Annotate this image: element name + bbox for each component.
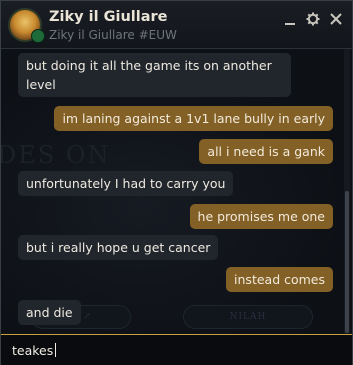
message-input[interactable]: teakes [12,343,57,358]
message-input-value: teakes [12,343,54,358]
message-incoming: but i really hope u get cancer [18,235,219,260]
minimize-icon[interactable] [283,11,297,25]
message-incoming: and die [18,300,81,325]
message-list[interactable]: DES ON H ↗ NILAH but doing it all the ga… [1,49,352,334]
close-icon[interactable] [329,11,343,25]
chat-header[interactable]: Ziky il Giullare Ziky il Giullare #EUW [1,1,352,49]
friend-riot-id: Ziky il Giullare #EUW [49,28,177,42]
header-controls [283,11,343,26]
message-outgoing: instead comes [226,267,333,292]
text-caret [55,343,57,357]
status-badge [31,29,45,43]
message-input-container[interactable]: teakes [1,334,352,365]
background-banner-text: DES ON [1,141,111,169]
message-incoming: but doing it all the game its on another… [18,53,291,97]
background-button-right: NILAH [183,305,313,329]
chat-window: Ziky il Giullare Ziky il Giullare #EUW D… [0,0,353,365]
message-outgoing: im laning against a 1v1 lane bully in ea… [54,106,333,131]
friend-name: Ziky il Giullare [49,9,168,25]
message-outgoing: he promises me one [189,204,333,229]
message-incoming: unfortunately I had to carry you [18,171,234,196]
scrollbar-thumb[interactable] [345,191,349,333]
settings-gear-icon[interactable] [306,11,320,26]
message-outgoing: all i need is a gank [199,139,333,164]
